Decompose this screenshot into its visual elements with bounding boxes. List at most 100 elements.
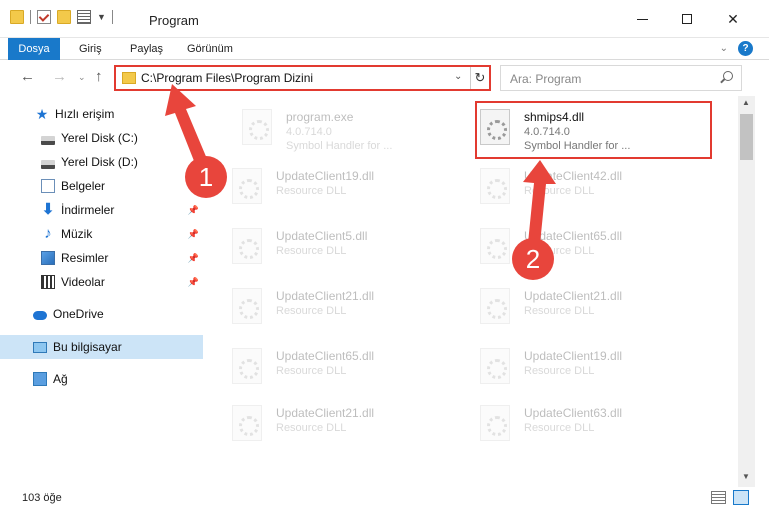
navigation-pane: ★ Hızlı erişim Yerel Disk (C:) Yerel Dis… — [0, 96, 203, 487]
scroll-up-arrow-icon[interactable]: ▲ — [742, 98, 750, 107]
file-item[interactable]: UpdateClient42.dll Resource DLL — [458, 159, 698, 215]
sidebar-item-onedrive[interactable]: OneDrive — [0, 302, 203, 326]
local-disk-icon — [41, 159, 55, 169]
file-item[interactable]: UpdateClient65.dll Resource DLL — [458, 219, 698, 275]
details-view-icon[interactable] — [711, 491, 726, 504]
sidebar-item-music[interactable]: ♪ Müzik 📌 — [0, 222, 203, 246]
sidebar-item-label: Hızlı erişim — [55, 107, 115, 121]
refresh-icon[interactable]: ↻ — [470, 67, 489, 89]
file-name: UpdateClient21.dll — [524, 289, 623, 303]
file-item[interactable]: UpdateClient19.dll Resource DLL — [458, 339, 698, 395]
maximize-button[interactable] — [672, 6, 702, 32]
item-count: 103 öğe — [22, 492, 62, 504]
file-name: UpdateClient19.dll — [276, 169, 375, 183]
pin-icon[interactable]: 📌 — [188, 205, 199, 216]
file-description: Symbol Handler for ... — [286, 140, 393, 152]
close-icon: ✕ — [727, 10, 739, 27]
dll-gear-file-icon — [480, 348, 510, 384]
file-name: UpdateClient63.dll — [524, 406, 623, 420]
sidebar-item-label: Ağ — [53, 372, 68, 386]
dll-gear-file-icon — [480, 405, 510, 441]
file-item[interactable]: UpdateClient5.dll Resource DLL — [210, 219, 450, 275]
new-folder-icon[interactable] — [57, 10, 71, 24]
sidebar-item-pictures[interactable]: Resimler 📌 — [0, 246, 203, 270]
address-dropdown-chevron-icon[interactable]: ⌄ — [454, 71, 462, 82]
file-item[interactable]: UpdateClient21.dll Resource DLL — [458, 279, 698, 335]
file-type: Resource DLL — [524, 422, 595, 434]
address-path[interactable]: C:\Program Files\Program Dizini — [141, 71, 313, 85]
file-name: UpdateClient42.dll — [524, 169, 623, 183]
minimize-button[interactable] — [627, 6, 657, 32]
window-title: Program — [149, 13, 199, 28]
dll-gear-file-icon — [480, 288, 510, 324]
tab-home[interactable]: Giriş — [79, 38, 102, 60]
tab-view[interactable]: Görünüm — [187, 38, 233, 60]
up-arrow-icon[interactable]: ↑ — [95, 68, 103, 85]
file-version: 4.0.714.0 — [286, 126, 332, 138]
documents-icon — [41, 179, 55, 193]
sidebar-item-documents[interactable]: Belgeler — [0, 174, 203, 198]
exe-file-icon — [242, 109, 272, 145]
help-icon[interactable]: ? — [738, 41, 753, 56]
dll-gear-file-icon — [480, 168, 510, 204]
address-folder-icon — [122, 72, 136, 84]
file-type: Resource DLL — [276, 185, 347, 197]
expand-ribbon-chevron-icon[interactable]: ⌄ — [720, 43, 728, 54]
sidebar-item-downloads[interactable]: ⬇ İndirmeler 📌 — [0, 198, 203, 222]
file-type: Resource DLL — [524, 365, 595, 377]
pin-icon[interactable]: 📌 — [188, 229, 199, 240]
recent-locations-chevron-icon[interactable]: ⌄ — [78, 72, 86, 83]
file-name: UpdateClient21.dll — [276, 289, 375, 303]
dll-gear-file-icon — [232, 228, 262, 264]
tab-file[interactable]: Dosya — [8, 38, 60, 60]
sidebar-item-label: OneDrive — [53, 307, 104, 321]
file-item[interactable]: UpdateClient65.dll Resource DLL — [210, 339, 450, 395]
customize-toolbar-chevron-icon[interactable]: ▼ — [97, 12, 106, 22]
sidebar-item-local-disk-d[interactable]: Yerel Disk (D:) — [0, 150, 203, 174]
file-item[interactable]: UpdateClient19.dll Resource DLL — [210, 159, 450, 215]
file-name: program.exe — [286, 110, 354, 124]
file-item-program-exe[interactable]: program.exe 4.0.714.0 Symbol Handler for… — [220, 100, 460, 156]
file-item[interactable]: UpdateClient21.dll Resource DLL — [210, 396, 450, 452]
minimize-icon — [636, 18, 648, 20]
scroll-down-arrow-icon[interactable]: ▼ — [742, 472, 750, 481]
sidebar-item-network[interactable]: Ağ — [0, 367, 203, 391]
sidebar-item-label: Yerel Disk (C:) — [61, 131, 138, 145]
title-bar: ▼ Program ✕ — [0, 0, 769, 38]
music-icon: ♪ — [44, 225, 52, 242]
search-icon[interactable] — [723, 71, 733, 81]
properties-check-icon[interactable] — [37, 10, 51, 24]
scrollbar-thumb[interactable] — [740, 114, 753, 160]
sidebar-item-this-pc[interactable]: Bu bilgisayar — [0, 335, 203, 359]
file-type: Resource DLL — [524, 245, 595, 257]
sidebar-item-quick-access[interactable]: ★ Hızlı erişim — [0, 102, 203, 126]
quick-access-star-icon: ★ — [35, 106, 49, 122]
videos-icon — [41, 275, 55, 289]
file-type: Resource DLL — [276, 305, 347, 317]
this-pc-icon — [33, 341, 47, 353]
view-properties-icon[interactable] — [77, 10, 91, 24]
sidebar-item-videos[interactable]: Videolar 📌 — [0, 270, 203, 294]
navigation-bar: ← → ⌄ ↑ C:\Program Files\Program Dizini … — [0, 60, 769, 96]
file-name: UpdateClient5.dll — [276, 229, 368, 243]
dll-gear-file-icon — [232, 405, 262, 441]
sidebar-item-local-disk-c[interactable]: Yerel Disk (C:) — [0, 126, 203, 150]
close-button[interactable]: ✕ — [718, 6, 748, 32]
vertical-scrollbar[interactable]: ▲ ▼ — [738, 96, 755, 487]
address-bar[interactable]: C:\Program Files\Program Dizini ⌄ ↻ — [114, 65, 491, 91]
file-item[interactable]: UpdateClient63.dll Resource DLL — [458, 396, 698, 452]
file-name: UpdateClient21.dll — [276, 406, 375, 420]
pin-icon[interactable]: 📌 — [188, 253, 199, 264]
tab-share[interactable]: Paylaş — [130, 38, 163, 60]
file-item[interactable]: UpdateClient21.dll Resource DLL — [210, 279, 450, 335]
tiles-view-icon[interactable] — [733, 490, 749, 505]
toolbar-separator — [111, 10, 113, 24]
forward-arrow-icon[interactable]: → — [52, 68, 67, 85]
back-arrow-icon[interactable]: ← — [20, 68, 35, 85]
pin-icon[interactable]: 📌 — [188, 277, 199, 288]
status-bar: 103 öğe — [0, 487, 769, 509]
sidebar-item-label: Resimler — [61, 251, 109, 265]
folder-icon[interactable] — [10, 10, 24, 24]
search-input[interactable]: Ara: Program — [500, 65, 742, 91]
search-placeholder: Ara: Program — [510, 72, 582, 86]
